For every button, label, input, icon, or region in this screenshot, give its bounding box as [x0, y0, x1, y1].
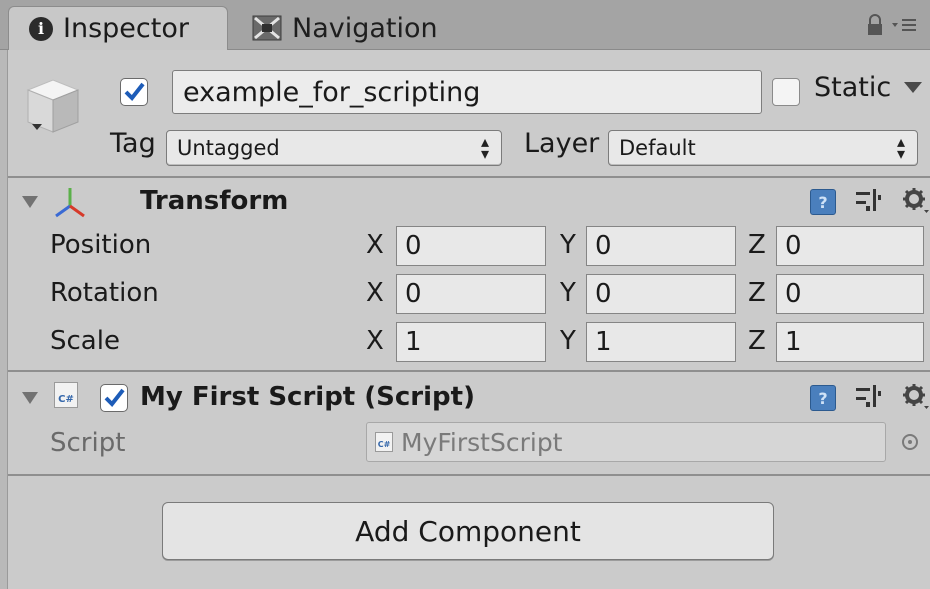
transform-title: Transform	[140, 186, 289, 216]
rotation-y-field[interactable]: 0	[586, 274, 736, 314]
scale-y-label: Y	[560, 326, 576, 356]
help-book-icon[interactable]: ?	[810, 385, 836, 411]
script-header[interactable]: C# My First Script (Script) ?	[8, 372, 930, 420]
tab-navigation[interactable]: Navigation	[248, 6, 528, 50]
help-book-icon[interactable]: ?	[810, 189, 836, 215]
csharp-icon-text: C#	[58, 394, 74, 405]
tag-dropdown-arrow-icon: ▴ ▾	[480, 132, 489, 163]
info-icon: i	[29, 16, 53, 41]
layer-value: Default	[619, 136, 696, 160]
add-component-label: Add Component	[355, 514, 581, 548]
tag-dropdown[interactable]: Untagged ▴ ▾	[166, 130, 502, 166]
menu-icon[interactable]	[890, 15, 918, 40]
add-component-button[interactable]: Add Component	[162, 502, 774, 560]
script-enabled-checkbox[interactable]	[100, 384, 128, 412]
layer-dropdown-arrow-icon: ▴ ▾	[896, 132, 905, 163]
rotation-y-value: 0	[595, 279, 612, 309]
static-label: Static	[814, 72, 892, 103]
script-foldout-icon[interactable]	[22, 392, 38, 404]
tag-value: Untagged	[177, 136, 280, 160]
gear-icon[interactable]	[900, 382, 930, 414]
panel-left-edge	[0, 50, 8, 589]
rotation-x-field[interactable]: 0	[396, 274, 546, 314]
lock-icon[interactable]	[866, 14, 884, 41]
rotation-label: Rotation	[50, 278, 159, 308]
scale-z-label: Z	[748, 326, 766, 356]
rotation-z-field[interactable]: 0	[776, 274, 924, 314]
scale-x-field[interactable]: 1	[396, 322, 546, 362]
static-checkbox[interactable]	[772, 78, 800, 106]
preset-icon[interactable]	[854, 187, 882, 217]
position-y-field[interactable]: 0	[586, 226, 736, 266]
rotation-x-label: X	[366, 278, 384, 308]
position-y-label: Y	[560, 230, 576, 260]
scale-y-field[interactable]: 1	[586, 322, 736, 362]
transform-header[interactable]: Transform ?	[8, 178, 930, 226]
scale-y-value: 1	[595, 327, 612, 357]
script-title: My First Script (Script)	[140, 382, 475, 412]
gameobject-cube-icon	[24, 72, 82, 138]
position-label: Position	[50, 230, 152, 260]
gameobject-name-value: example_for_scripting	[183, 76, 481, 108]
script-header-icons: ?	[810, 382, 930, 414]
transform-component: Transform ? Position X 0 Y 0 Z 0 Rotatio…	[8, 178, 930, 372]
tab-bar: i Inspector Navigation	[0, 0, 930, 50]
rotation-x-value: 0	[405, 279, 422, 309]
position-z-value: 0	[785, 231, 802, 261]
scale-z-value: 1	[785, 327, 802, 357]
position-x-field[interactable]: 0	[396, 226, 546, 266]
object-picker-icon[interactable]	[902, 434, 918, 450]
rotation-z-value: 0	[785, 279, 802, 309]
navigation-icon	[252, 15, 282, 41]
tab-navigation-label: Navigation	[292, 12, 438, 44]
rotation-y-label: Y	[560, 278, 576, 308]
script-reference-field: C# MyFirstScript	[366, 422, 886, 462]
position-z-label: Z	[748, 230, 766, 260]
transform-header-icons: ?	[810, 186, 930, 218]
csharp-file-icon: C#	[54, 382, 78, 408]
gear-icon[interactable]	[900, 186, 930, 218]
scale-x-value: 1	[405, 327, 422, 357]
tab-inspector-label: Inspector	[63, 13, 189, 44]
gameobject-active-checkbox[interactable]	[120, 78, 148, 106]
preset-icon[interactable]	[854, 383, 882, 413]
gameobject-name-field[interactable]: example_for_scripting	[172, 70, 762, 114]
tag-label: Tag	[110, 128, 156, 159]
scale-z-field[interactable]: 1	[776, 322, 924, 362]
add-component-area: Add Component	[8, 476, 930, 589]
script-label: Script	[50, 428, 126, 458]
static-dropdown-arrow-icon[interactable]	[904, 82, 922, 93]
position-y-value: 0	[595, 231, 612, 261]
position-x-value: 0	[405, 231, 422, 261]
position-z-field[interactable]: 0	[776, 226, 924, 266]
transform-axes-icon	[52, 184, 88, 224]
rotation-z-label: Z	[748, 278, 766, 308]
csharp-file-icon: C#	[375, 432, 393, 452]
transform-foldout-icon[interactable]	[22, 196, 38, 208]
scale-label: Scale	[50, 326, 120, 356]
gameobject-header: example_for_scripting Static Tag Untagge…	[8, 50, 930, 178]
tab-inspector[interactable]: i Inspector	[8, 6, 228, 50]
layer-dropdown[interactable]: Default ▴ ▾	[608, 130, 918, 166]
position-x-label: X	[366, 230, 384, 260]
scale-x-label: X	[366, 326, 384, 356]
tabbar-controls	[866, 14, 918, 41]
layer-label: Layer	[524, 128, 600, 159]
script-reference-value: MyFirstScript	[401, 427, 563, 457]
script-component: C# My First Script (Script) ? Script C# …	[8, 372, 930, 476]
